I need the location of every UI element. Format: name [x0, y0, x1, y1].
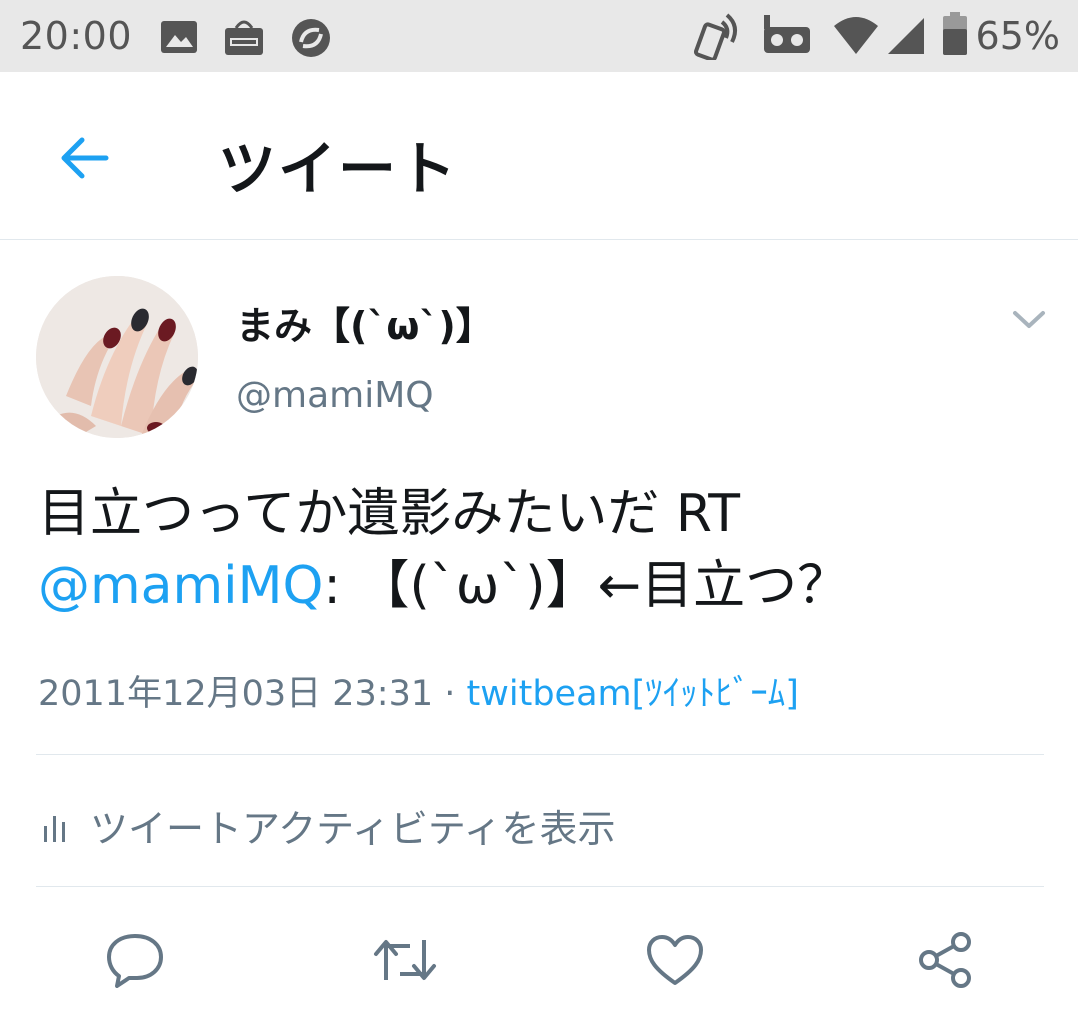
app-bar: ツイート: [0, 72, 1078, 240]
retweet-button[interactable]: [372, 928, 438, 992]
like-icon: [647, 935, 703, 985]
timestamp: 2011年12月03日 23:31: [38, 674, 434, 714]
status-bar: 20:00 65%: [0, 0, 1078, 72]
mention-link[interactable]: @mamiMQ: [38, 556, 323, 616]
market-icon: [222, 14, 266, 62]
avatar[interactable]: [36, 276, 198, 438]
like-button[interactable]: [642, 928, 708, 992]
reply-icon: [107, 934, 163, 988]
back-arrow-icon: [61, 137, 109, 179]
status-time: 20:00: [20, 14, 133, 58]
source-link[interactable]: twitbeam[ﾂｲｯﾄﾋﾞｰﾑ]: [467, 674, 799, 714]
share-button[interactable]: [912, 928, 978, 992]
activity-label: ツイートアクティビティを表示: [90, 807, 616, 851]
image-icon: [160, 20, 198, 58]
tweet-activity-link[interactable]: ツイートアクティビティを表示: [42, 798, 616, 853]
back-button[interactable]: [48, 128, 120, 188]
divider: [36, 754, 1044, 755]
nfc-phone-icon: [693, 12, 744, 64]
tweet-menu-button[interactable]: [1006, 300, 1052, 340]
page-title: ツイート: [218, 135, 459, 203]
display-name[interactable]: まみ【(`ω`)】: [236, 295, 494, 350]
battery-icon: [942, 12, 968, 60]
wifi-icon: [832, 16, 880, 60]
divider: [36, 886, 1044, 887]
tweet-text-part1: 目立つってか遺影みたいだ RT: [38, 484, 741, 544]
signal-icon: [886, 16, 926, 60]
bar-chart-icon: [44, 815, 65, 842]
retweet-icon: [374, 940, 436, 980]
tweet-text-part2: : 【(`ω`)】←目立つ？: [323, 556, 850, 616]
tweet-meta: 2011年12月03日 23:31 · twitbeam[ﾂｲｯﾄﾋﾞｰﾑ]: [38, 665, 799, 716]
reply-button[interactable]: [102, 928, 168, 992]
user-handle[interactable]: @mamiMQ: [236, 375, 434, 416]
sync-app-icon: [290, 17, 332, 63]
meta-separator: ·: [433, 674, 467, 714]
tweet-text: 目立つってか遺影みたいだ RT @mamiMQ: 【(`ω`)】←目立つ？: [38, 478, 1048, 622]
chevron-down-icon: [1013, 311, 1045, 328]
battery-percent: 65%: [975, 14, 1060, 58]
vr-icon: [762, 13, 812, 59]
share-icon: [919, 932, 971, 988]
